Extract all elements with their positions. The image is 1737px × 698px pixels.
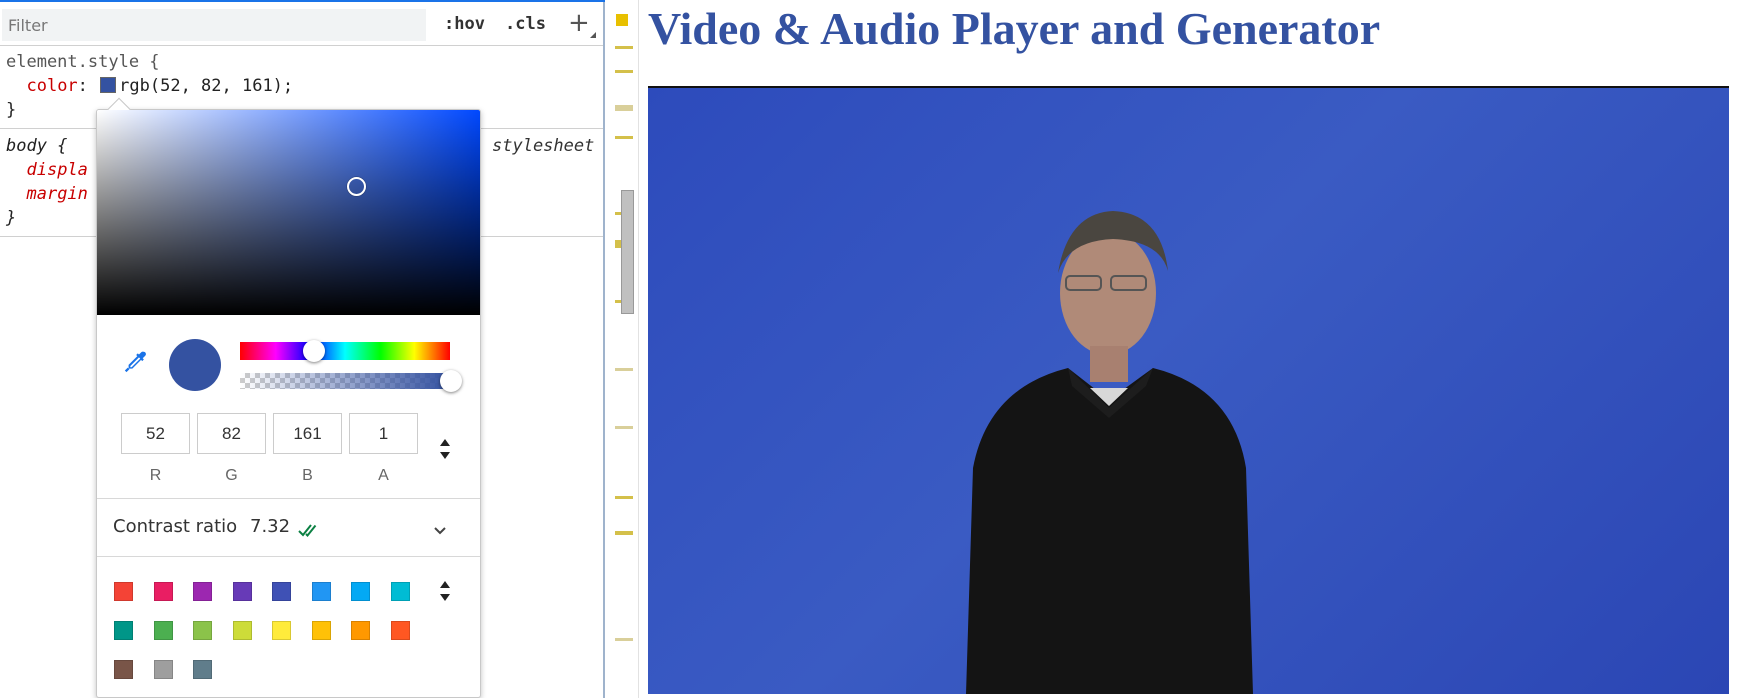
ruler-marker	[616, 14, 628, 26]
display-declaration: displa	[6, 158, 88, 182]
styles-filter-bar: :hov .cls +	[0, 2, 603, 46]
more-options-corner-icon[interactable]	[590, 32, 596, 38]
section-divider	[97, 556, 480, 557]
palette-swatch[interactable]	[272, 582, 291, 601]
up-down-stepper-icon[interactable]	[435, 436, 455, 462]
hue-slider[interactable]	[240, 340, 450, 362]
color-property-value[interactable]: rgb(52, 82, 161)	[119, 76, 283, 96]
ruler-marker	[615, 426, 633, 429]
palette-swatch[interactable]	[193, 621, 212, 640]
palette-swatch[interactable]	[351, 621, 370, 640]
contrast-ratio-label: Contrast ratio	[113, 516, 238, 537]
palette-swatch[interactable]	[272, 621, 291, 640]
palette-swatch[interactable]	[311, 582, 331, 601]
color-picker-popup: R G B A Contrast ratio 7.32	[96, 97, 481, 698]
scrollbar-thumb[interactable]	[621, 190, 634, 314]
new-style-rule-button[interactable]: +	[568, 8, 590, 38]
color-declaration[interactable]: color: rgb(52, 82, 161);	[6, 74, 293, 98]
overview-ruler-scrollbar[interactable]	[607, 0, 639, 698]
ruler-marker	[615, 638, 633, 641]
alpha-channel-label: A	[378, 467, 389, 484]
color-preview-circle	[169, 339, 221, 391]
element-style-selector: element.style {	[6, 52, 160, 72]
saturation-value-area[interactable]	[97, 110, 480, 315]
user-agent-stylesheet-link: stylesheet	[492, 136, 595, 156]
ruler-marker	[615, 70, 633, 73]
ruler-marker	[615, 300, 621, 303]
color-property-name[interactable]: color	[26, 76, 77, 96]
filter-input[interactable]	[2, 9, 426, 41]
palette-swatch[interactable]	[390, 621, 410, 640]
up-down-stepper-icon[interactable]	[435, 578, 455, 604]
palette-swatch[interactable]	[153, 660, 173, 679]
palette-swatch[interactable]	[114, 582, 133, 601]
ruler-marker	[615, 105, 633, 111]
web-page-content: Video & Audio Player and Generator	[640, 0, 1737, 698]
margin-property-name: margin	[26, 184, 88, 204]
palette-swatch[interactable]	[351, 582, 370, 601]
palette-swatch[interactable]	[232, 621, 252, 640]
red-channel-label: R	[149, 467, 162, 484]
double-check-icon	[297, 520, 321, 540]
hover-state-button[interactable]: :hov	[444, 14, 485, 34]
ruler-marker	[615, 212, 621, 215]
green-channel-label: G	[225, 467, 238, 484]
palette-swatch[interactable]	[153, 621, 173, 640]
alpha-channel-input[interactable]	[349, 413, 418, 454]
section-divider	[97, 498, 480, 499]
ruler-marker	[615, 531, 633, 535]
palette-swatch[interactable]	[232, 582, 252, 601]
palette-swatch[interactable]	[114, 660, 133, 679]
palette-swatch[interactable]	[390, 582, 410, 601]
palette-swatch[interactable]	[311, 621, 331, 640]
devtools-styles-pane: :hov .cls + element.style { color: rgb(5…	[0, 0, 605, 698]
palette-swatch[interactable]	[114, 621, 133, 640]
video-player[interactable]	[648, 86, 1729, 694]
element-style-close-brace: }	[6, 100, 17, 120]
video-frame-presenter	[966, 211, 1253, 694]
ruler-marker	[615, 46, 633, 49]
saturation-cursor[interactable]	[347, 177, 366, 196]
class-toggle-button[interactable]: .cls	[505, 14, 546, 34]
blue-channel-label: B	[302, 467, 313, 484]
alpha-slider-thumb[interactable]	[440, 370, 462, 392]
green-channel-input[interactable]	[197, 413, 266, 454]
palette-swatch[interactable]	[153, 582, 173, 601]
margin-declaration: margin	[6, 182, 88, 206]
chevron-down-icon[interactable]	[431, 522, 449, 540]
palette-swatch[interactable]	[193, 660, 212, 679]
eyedropper-icon[interactable]	[121, 348, 149, 376]
contrast-ratio-value: 7.32	[250, 516, 291, 537]
hue-slider-thumb[interactable]	[303, 340, 325, 362]
ruler-marker	[615, 496, 633, 499]
ruler-marker	[615, 368, 633, 371]
color-swatch-button[interactable]	[100, 77, 117, 93]
body-rule-selector: body {	[6, 136, 68, 156]
red-channel-input[interactable]	[121, 413, 190, 454]
display-property-name: displa	[26, 160, 88, 180]
blue-channel-input[interactable]	[273, 413, 342, 454]
ruler-marker	[615, 240, 621, 248]
palette-swatch[interactable]	[193, 582, 212, 601]
body-rule-close-brace: }	[6, 208, 17, 228]
ruler-marker	[615, 136, 633, 139]
alpha-slider[interactable]	[240, 370, 462, 392]
page-title: Video & Audio Player and Generator	[648, 3, 1381, 54]
